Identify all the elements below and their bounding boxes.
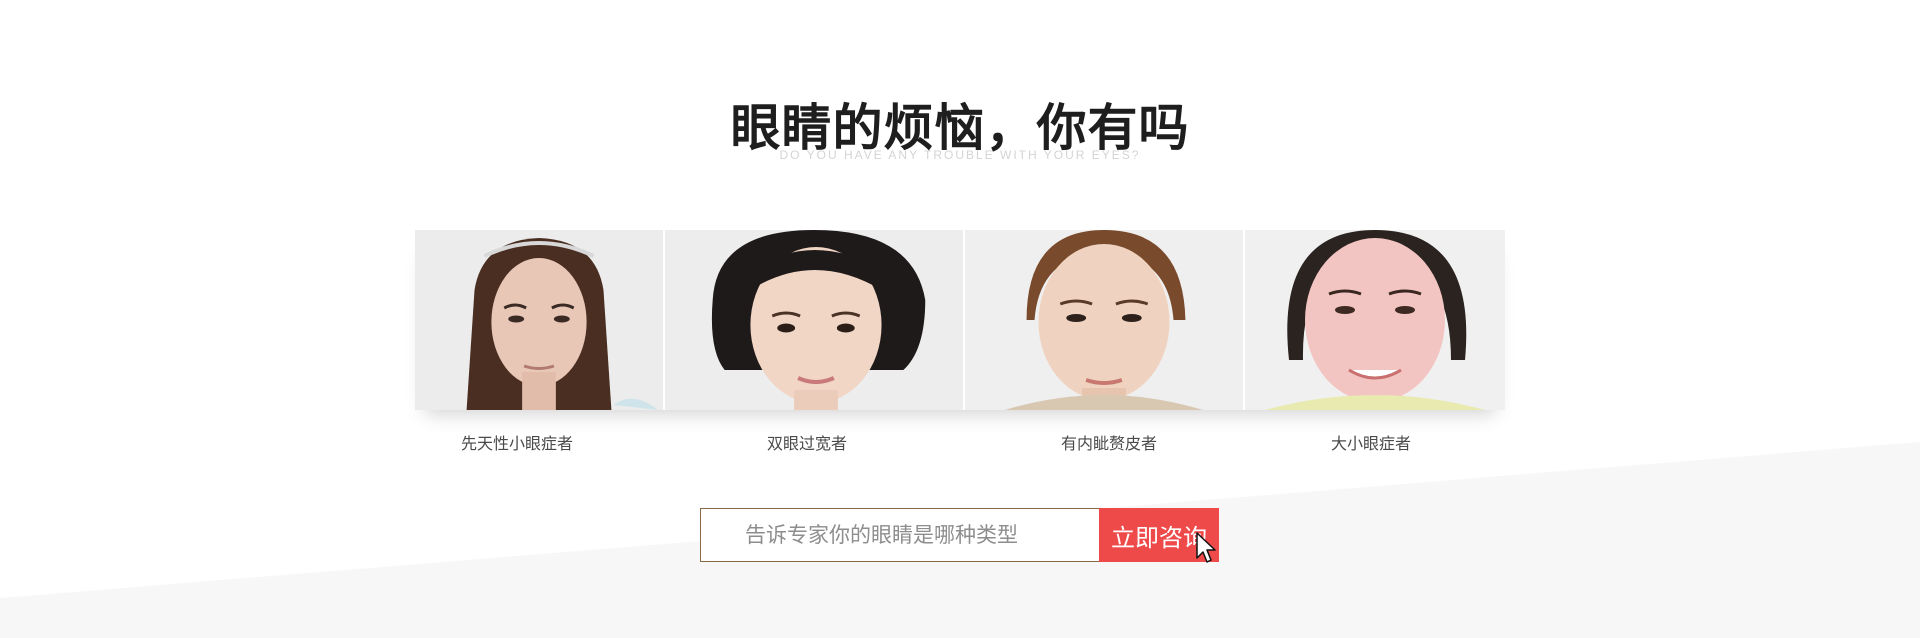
case-label-3: 有内眦赘皮者 <box>1060 434 1157 453</box>
case-photo-2 <box>665 230 965 410</box>
case-label-1: 先天性小眼症者 <box>460 434 573 453</box>
case-gallery <box>415 230 1505 410</box>
case-photo-3 <box>965 230 1245 410</box>
section-subtitle: DO YOU HAVE ANY TROUBLE WITH YOUR EYES? <box>779 148 1141 162</box>
case-label-2: 双眼过宽者 <box>766 434 847 453</box>
consult-form: 立即咨询 <box>700 508 1219 563</box>
eye-type-input[interactable] <box>700 508 1099 562</box>
case-photo-1 <box>415 230 665 410</box>
consult-button-label: 立即咨询 <box>1111 523 1207 552</box>
case-photo-4 <box>1245 230 1505 410</box>
case-label-4: 大小眼症者 <box>1330 434 1411 453</box>
pointer-cursor-icon <box>1196 532 1216 563</box>
consult-now-button[interactable]: 立即咨询 <box>1099 508 1219 563</box>
